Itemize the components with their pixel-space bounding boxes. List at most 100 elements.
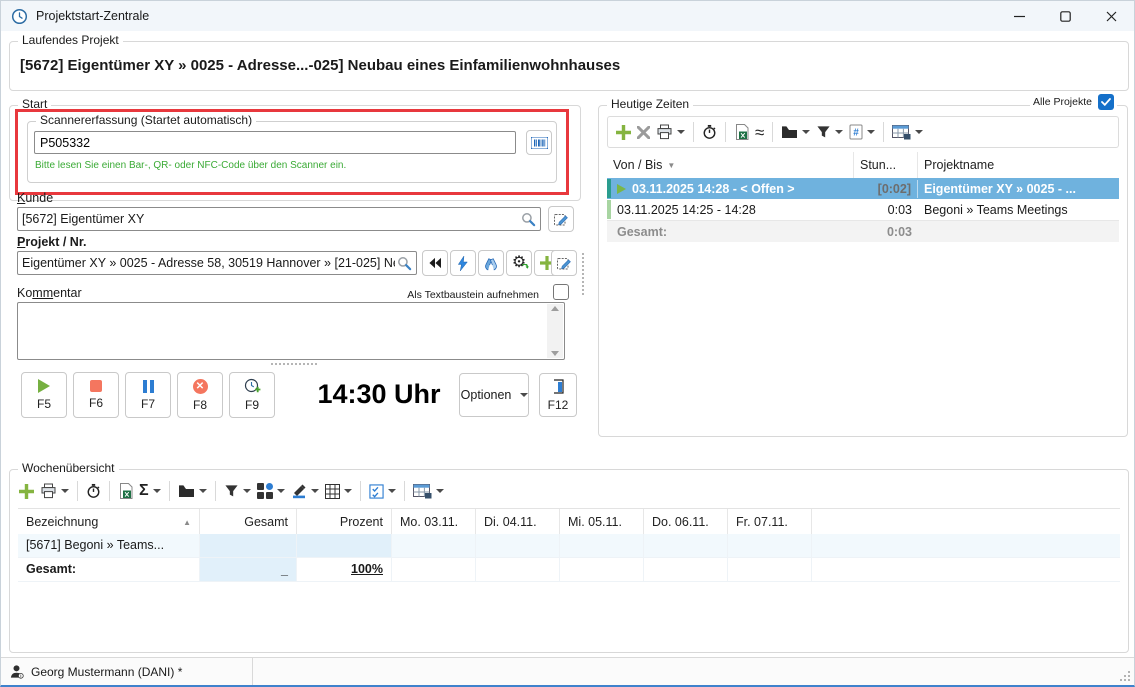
chevron-down-icon[interactable] [277, 489, 285, 493]
print-button[interactable] [653, 119, 688, 145]
scanner-input[interactable] [34, 131, 516, 154]
barcode-icon [531, 137, 548, 149]
column-header-mi[interactable]: Mi. 05.11. [560, 509, 644, 535]
textbaustein-checkbox[interactable] [553, 284, 569, 300]
horizontal-splitter[interactable] [271, 363, 317, 365]
column-header-bezeichnung[interactable]: Bezeichnung▲ [18, 509, 200, 535]
add-time-f9-button[interactable]: F9 [229, 372, 275, 418]
column-header-gesamt[interactable]: Gesamt [200, 509, 297, 535]
alle-projekte-checkbox[interactable] [1098, 94, 1114, 110]
filter-button[interactable] [221, 478, 254, 504]
resize-grip[interactable] [1118, 669, 1130, 681]
projekt-gloves-button[interactable] [478, 250, 504, 276]
delete-time-button[interactable] [634, 119, 653, 145]
projekt-input[interactable]: Eigentümer XY » 0025 - Adresse 58, 30519… [17, 251, 417, 275]
plus-icon [19, 484, 34, 499]
chevron-down-icon[interactable] [344, 489, 352, 493]
week-project-row[interactable]: [5671] Begoni » Teams... [18, 534, 1120, 558]
checklist-button[interactable] [366, 478, 399, 504]
projekt-previous-button[interactable] [422, 250, 448, 276]
blocks-icon [257, 483, 273, 499]
kunde-edit-button[interactable] [548, 206, 574, 232]
check-icon [1101, 98, 1111, 106]
rewind-icon [428, 257, 442, 269]
heutige-zeiten-label: Heutige Zeiten [607, 97, 693, 111]
running-play-icon [617, 184, 626, 194]
column-header-fr[interactable]: Fr. 07.11. [728, 509, 812, 535]
stopwatch-icon [702, 124, 717, 140]
stopwatch-button[interactable] [699, 119, 720, 145]
column-header-prozent[interactable]: Prozent [297, 509, 392, 535]
pause-f7-button[interactable]: F7 [125, 372, 171, 418]
row-status-marker [607, 200, 611, 219]
vertical-splitter[interactable] [582, 253, 584, 295]
print-button[interactable] [37, 478, 72, 504]
column-header-mo[interactable]: Mo. 03.11. [392, 509, 476, 535]
chevron-down-icon[interactable] [243, 489, 251, 493]
chevron-down-icon[interactable] [835, 130, 843, 134]
chevron-down-icon[interactable] [61, 489, 69, 493]
excel-export-button[interactable] [115, 478, 136, 504]
table-layout-button[interactable] [889, 119, 926, 145]
chevron-down-icon[interactable] [677, 130, 685, 134]
scroll-up-icon[interactable] [551, 306, 559, 311]
chevron-down-icon[interactable] [436, 489, 444, 493]
folder-button[interactable] [175, 478, 210, 504]
laufendes-projekt-group: Laufendes Projekt [5672] Eigentümer XY »… [9, 41, 1129, 91]
column-header-di[interactable]: Di. 04.11. [476, 509, 560, 535]
chevron-down-icon[interactable] [153, 489, 161, 493]
chevron-down-icon[interactable] [520, 393, 528, 397]
chevron-down-icon[interactable] [915, 130, 923, 134]
chevron-down-icon[interactable] [867, 130, 875, 134]
stop-f6-button[interactable]: F6 [73, 372, 119, 418]
search-icon[interactable] [397, 256, 412, 271]
minimize-button[interactable] [996, 1, 1042, 31]
kommentar-scrollbar[interactable] [547, 304, 563, 358]
barcode-scan-button[interactable] [526, 130, 552, 155]
column-header-stunden[interactable]: Stun... [854, 152, 918, 178]
chevron-down-icon[interactable] [802, 130, 810, 134]
folder-button[interactable] [778, 119, 813, 145]
scroll-down-icon[interactable] [551, 351, 559, 356]
start-f5-button[interactable]: F5 [21, 372, 67, 418]
cancel-f8-button[interactable]: ✕ F8 [177, 372, 223, 418]
filter-button[interactable] [813, 119, 846, 145]
exit-f12-button[interactable]: F12 [539, 373, 577, 417]
highlight-button[interactable] [288, 478, 322, 504]
chevron-down-icon[interactable] [199, 489, 207, 493]
sum-button[interactable]: Σ [136, 478, 164, 504]
numbering-button[interactable]: # [846, 119, 878, 145]
column-header-projektname[interactable]: Projektname [918, 152, 1119, 178]
close-button[interactable] [1088, 1, 1134, 31]
projekt-settings-button[interactable]: ⚙ [506, 250, 532, 276]
column-header-do[interactable]: Do. 06.11. [644, 509, 728, 535]
maximize-button[interactable] [1042, 1, 1088, 31]
kommentar-textarea[interactable] [17, 302, 565, 360]
grid-calc-button[interactable] [322, 478, 355, 504]
search-icon[interactable] [521, 212, 536, 227]
table-layout-button[interactable] [410, 478, 447, 504]
projekt-label: Projekt / Nr. [17, 235, 86, 249]
approx-toggle-button[interactable]: ≈ [752, 119, 767, 145]
chevron-down-icon[interactable] [311, 489, 319, 493]
time-entry-row-selected[interactable]: 03.11.2025 14:28 - < Offen > [0:02] Eige… [607, 178, 1119, 199]
excel-export-button[interactable] [731, 119, 752, 145]
chevron-down-icon[interactable] [388, 489, 396, 493]
optionen-button[interactable]: Optionen [459, 373, 529, 417]
time-entry-row[interactable]: 03.11.2025 14:25 - 14:28 0:03 Begoni » T… [607, 199, 1119, 221]
filter-icon [224, 484, 239, 498]
add-button[interactable] [16, 478, 37, 504]
alle-projekte-label: Alle Projekte [1033, 96, 1092, 108]
kommentar-label: Kommentar [17, 286, 82, 300]
kunde-input[interactable]: [5672] Eigentümer XY [17, 207, 541, 231]
column-header-von-bis[interactable]: Von / Bis▼ [607, 152, 854, 178]
checklist-icon [369, 484, 384, 499]
stopwatch-button[interactable] [83, 478, 104, 504]
projekt-quickstart-button[interactable] [450, 250, 476, 276]
projekt-edit-button[interactable] [551, 250, 577, 276]
grid-icon [325, 484, 340, 499]
wochenuebersicht-toolbar: Σ [16, 477, 447, 505]
time-summary-row: Gesamt: 0:03 [607, 220, 1119, 242]
grouping-button[interactable] [254, 478, 288, 504]
add-time-button[interactable] [613, 119, 634, 145]
